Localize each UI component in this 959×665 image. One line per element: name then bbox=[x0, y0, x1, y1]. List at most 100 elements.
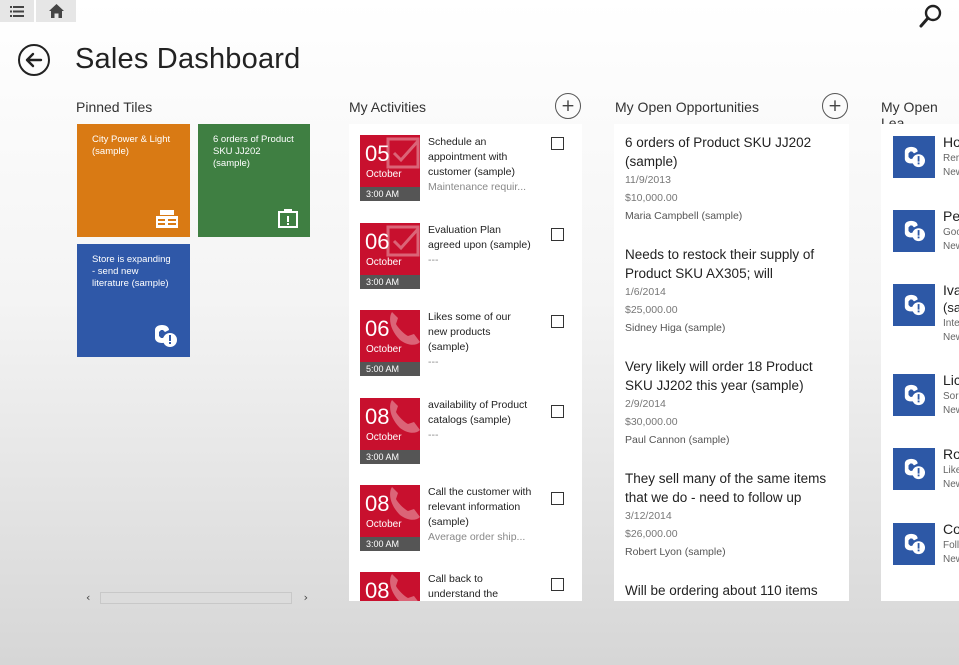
home-icon bbox=[48, 4, 64, 18]
lead-item[interactable]: Iva (sa Inte New bbox=[893, 282, 959, 343]
lead-status: New bbox=[943, 167, 959, 178]
account-icon bbox=[156, 210, 178, 228]
lead-status: New bbox=[943, 332, 959, 343]
opportunity-close-date: 1/6/2014 bbox=[625, 286, 666, 298]
opportunity-owner: Paul Cannon (sample) bbox=[625, 434, 730, 446]
opportunity-item[interactable]: Very likely will order 18 Product SKU JJ… bbox=[625, 357, 835, 449]
activity-item[interactable]: 08 Call back to understand the bbox=[360, 572, 580, 601]
activity-item[interactable]: 08 October 3:00 AM availability of Produ… bbox=[360, 398, 580, 468]
activity-complete-checkbox[interactable] bbox=[551, 228, 564, 241]
home-button[interactable] bbox=[36, 0, 76, 22]
page-title: Sales Dashboard bbox=[75, 43, 301, 75]
lead-phone-icon bbox=[893, 136, 935, 178]
activity-subtitle: --- bbox=[428, 356, 439, 368]
activity-complete-checkbox[interactable] bbox=[551, 492, 564, 505]
lead-subject: Foll bbox=[943, 540, 959, 551]
opportunity-close-date: 2/9/2014 bbox=[625, 398, 666, 410]
activity-item[interactable]: 05 October 3:00 AM Schedule an appointme… bbox=[360, 135, 580, 205]
add-activity-button[interactable]: + bbox=[555, 93, 581, 119]
opportunity-amount: $25,000.00 bbox=[625, 304, 678, 316]
activity-title: Likes some of our new products (sample) bbox=[428, 311, 511, 353]
lead-phone-icon bbox=[893, 210, 935, 252]
lead-item[interactable]: Co Foll New bbox=[893, 521, 959, 567]
lead-subject: Rer bbox=[943, 153, 959, 164]
lead-status: New bbox=[943, 479, 959, 490]
lead-name: Iva bbox=[943, 282, 959, 298]
lead-phone-icon bbox=[155, 325, 177, 347]
lead-name: Ro bbox=[943, 446, 959, 462]
pinned-tile-account[interactable]: City Power & Light (sample) bbox=[77, 124, 190, 237]
search-button[interactable] bbox=[917, 2, 945, 30]
activity-item[interactable]: 06 October 5:00 AM Likes some of our new… bbox=[360, 310, 580, 380]
my-activities-heading[interactable]: My Activities bbox=[349, 99, 426, 115]
opportunity-title: Very likely will order 18 Product SKU JJ… bbox=[625, 359, 813, 393]
activity-complete-checkbox[interactable] bbox=[551, 578, 564, 591]
opportunity-close-date: 11/9/2013 bbox=[625, 174, 671, 186]
activity-date: 08 October 3:00 AM bbox=[360, 398, 420, 464]
back-arrow-icon bbox=[18, 44, 50, 76]
activity-title: Evaluation Plan agreed upon (sample) bbox=[428, 224, 531, 251]
pinned-tile-opportunity[interactable]: 6 orders of Product SKU JJ202 (sample) bbox=[198, 124, 310, 237]
my-open-opportunities-heading[interactable]: My Open Opportunities bbox=[615, 99, 759, 115]
back-button[interactable] bbox=[17, 43, 51, 77]
activities-panel: 05 October 3:00 AM Schedule an appointme… bbox=[349, 124, 582, 601]
lead-phone-icon bbox=[893, 374, 935, 416]
scroll-track[interactable] bbox=[100, 592, 292, 604]
activity-complete-checkbox[interactable] bbox=[551, 315, 564, 328]
list-icon bbox=[10, 5, 24, 17]
activity-date: 06 October 3:00 AM bbox=[360, 223, 420, 289]
activity-date: 05 October 3:00 AM bbox=[360, 135, 420, 201]
activity-item[interactable]: 06 October 3:00 AM Evaluation Plan agree… bbox=[360, 223, 580, 293]
lead-item[interactable]: Ho Rer New bbox=[893, 134, 959, 180]
opportunity-title: Needs to restock their supply of Product… bbox=[625, 247, 815, 281]
lead-item[interactable]: Lic Sor New bbox=[893, 372, 959, 418]
tile-label: City Power & Light (sample) bbox=[92, 134, 171, 157]
lead-name-cont: (sa bbox=[943, 300, 959, 315]
opportunity-item[interactable]: Needs to restock their supply of Product… bbox=[625, 245, 835, 337]
lead-subject: Goo bbox=[943, 227, 959, 238]
activity-complete-checkbox[interactable] bbox=[551, 405, 564, 418]
pinned-tile-lead[interactable]: Store is expanding - send new literature… bbox=[77, 244, 190, 357]
opportunity-item[interactable]: 6 orders of Product SKU JJ202 (sample) 1… bbox=[625, 133, 835, 225]
lead-name: Co bbox=[943, 521, 959, 537]
lead-phone-icon bbox=[893, 448, 935, 490]
opportunity-title: 6 orders of Product SKU JJ202 (sample) bbox=[625, 135, 812, 169]
lead-status: New bbox=[943, 554, 959, 565]
activity-complete-checkbox[interactable] bbox=[551, 137, 564, 150]
lead-status: New bbox=[943, 405, 959, 416]
scroll-left-arrow[interactable]: ‹ bbox=[86, 591, 90, 604]
opportunity-owner: Robert Lyon (sample) bbox=[625, 546, 726, 558]
activity-subtitle: Maintenance requir... bbox=[428, 181, 527, 193]
leads-panel: Ho Rer New Pe Goo New Iva (sa Inte New L… bbox=[881, 124, 959, 601]
opportunity-item[interactable]: Will be ordering about 110 items bbox=[625, 581, 835, 600]
pinned-tiles-heading: Pinned Tiles bbox=[76, 99, 153, 115]
opportunities-panel: 6 orders of Product SKU JJ202 (sample) 1… bbox=[614, 124, 849, 601]
lead-name: Pe bbox=[943, 208, 959, 224]
tile-label: Store is expanding - send new literature… bbox=[92, 254, 171, 289]
search-icon bbox=[919, 4, 942, 28]
opportunity-title: They sell many of the same items that we… bbox=[625, 471, 827, 505]
opportunity-owner: Sidney Higa (sample) bbox=[625, 322, 726, 334]
activity-date: 08 October 3:00 AM bbox=[360, 485, 420, 551]
opportunity-amount: $26,000.00 bbox=[625, 528, 678, 540]
opportunity-amount: $30,000.00 bbox=[625, 416, 678, 428]
add-opportunity-button[interactable]: + bbox=[822, 93, 848, 119]
activity-date: 08 bbox=[360, 572, 420, 601]
horizontal-scrollbar[interactable]: ‹ › bbox=[86, 591, 308, 605]
activity-subtitle: --- bbox=[428, 254, 439, 266]
opportunity-amount: $10,000.00 bbox=[625, 192, 678, 204]
lead-name: Lic bbox=[943, 372, 959, 388]
activity-subtitle: --- bbox=[428, 429, 439, 441]
opportunity-owner: Maria Campbell (sample) bbox=[625, 210, 743, 222]
list-view-button[interactable] bbox=[0, 0, 34, 22]
scroll-right-arrow[interactable]: › bbox=[304, 591, 308, 604]
activity-date: 06 October 5:00 AM bbox=[360, 310, 420, 376]
opportunity-close-date: 3/12/2014 bbox=[625, 510, 672, 522]
lead-subject: Inte bbox=[943, 318, 959, 329]
activity-item[interactable]: 08 October 3:00 AM Call the customer wit… bbox=[360, 485, 580, 555]
lead-item[interactable]: Pe Goo New bbox=[893, 208, 959, 254]
activity-title: availability of Product catalogs (sample… bbox=[428, 399, 528, 426]
lead-subject: Sor bbox=[943, 391, 959, 402]
lead-item[interactable]: Ro Like New bbox=[893, 446, 959, 492]
opportunity-item[interactable]: They sell many of the same items that we… bbox=[625, 469, 835, 561]
